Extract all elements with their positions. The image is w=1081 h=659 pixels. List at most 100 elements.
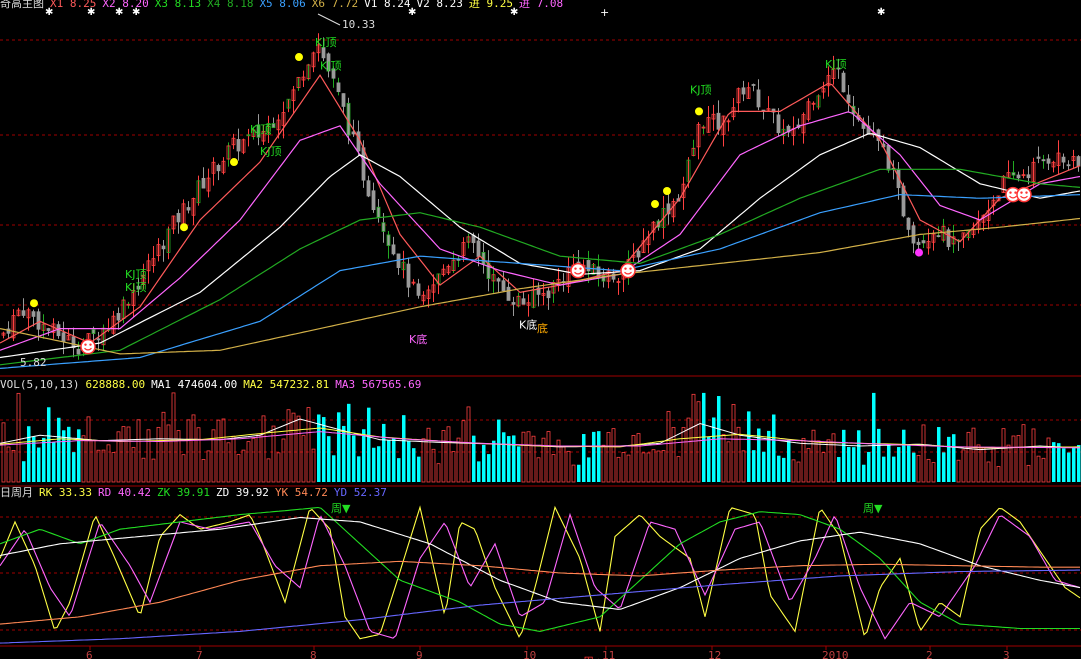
signal-label: KJ顶 xyxy=(690,83,711,96)
volume-bar xyxy=(1062,448,1066,482)
candle-body xyxy=(506,286,511,301)
indicator-value: 进 7.08 xyxy=(519,0,564,10)
signal-dot xyxy=(915,248,923,257)
volume-bar xyxy=(507,436,511,482)
volume-bar xyxy=(892,456,896,482)
indicator-value: 628888.00 xyxy=(85,378,146,391)
candle-body xyxy=(216,165,221,172)
signal-label: KJ顶 xyxy=(825,58,846,71)
smiley-eye xyxy=(1025,191,1028,194)
indicator-value: V1 8.24 xyxy=(364,0,411,10)
volume-bar xyxy=(487,454,491,482)
volume-bar xyxy=(392,437,396,482)
smiley-eye xyxy=(89,343,92,346)
candle-body xyxy=(716,112,721,130)
volume-bar xyxy=(912,452,916,482)
smiley-face xyxy=(80,338,96,355)
smiley-face xyxy=(570,262,586,279)
volume-bar xyxy=(402,415,406,482)
volume-bar xyxy=(947,436,951,482)
candle-body xyxy=(586,260,591,272)
x-tick-label: 12 xyxy=(708,649,721,659)
oscillator-indicator-header: 日周月 RK 33.33 RD 40.42 ZK 39.91 ZD 39.92 YK 54… xyxy=(0,486,393,500)
indicator-value: RD 40.42 xyxy=(97,486,151,499)
stock-chart: 10.335.82KJ顶KJ顶KJ顶KJ顶KJ顶KJ顶KJ顶KJ顶K底K底底 周… xyxy=(0,0,1081,659)
volume-bar xyxy=(22,461,26,482)
smiley-face xyxy=(1016,186,1032,203)
volume-bar xyxy=(502,432,506,482)
candle-body xyxy=(366,180,371,197)
signal-label: K底 xyxy=(519,318,537,332)
volume-bar xyxy=(387,439,391,482)
volume-bar xyxy=(67,426,71,482)
indicator-value: 日周月 xyxy=(0,486,33,499)
indicator-value: ZK 39.91 xyxy=(156,486,210,499)
candle-body xyxy=(1076,156,1081,167)
volume-bar xyxy=(27,426,31,482)
candle-body xyxy=(71,336,76,349)
volume-bar xyxy=(782,457,786,482)
volume-bar xyxy=(1067,452,1071,482)
signal-label: K底 xyxy=(409,332,427,346)
candle-body xyxy=(61,332,66,342)
indicator-value: X5 8.06 xyxy=(259,0,306,10)
volume-bar xyxy=(37,447,41,482)
candle-body xyxy=(371,190,376,211)
volume-bar xyxy=(942,452,946,482)
volume-bar xyxy=(897,447,901,482)
volume-bar xyxy=(852,447,856,482)
signal-label: KJ顶 xyxy=(315,36,336,49)
volume-bar xyxy=(937,427,941,482)
volume-bar xyxy=(72,452,76,482)
candle-body xyxy=(636,250,641,258)
volume-bar xyxy=(777,455,781,482)
candle-body xyxy=(76,348,81,355)
candle-body xyxy=(1066,164,1071,167)
smiley-icon xyxy=(620,262,636,279)
indicator-value: X2 8.20 xyxy=(102,0,149,10)
volume-bar xyxy=(1057,443,1061,482)
candle-body xyxy=(176,212,181,223)
smiley-icon xyxy=(570,262,586,279)
x-tick-label: 2010 xyxy=(822,649,849,659)
volume-bar xyxy=(887,444,891,482)
indicator-value: 奇高主图 xyxy=(0,0,44,10)
candle-body xyxy=(741,87,746,95)
volume-bar xyxy=(582,434,586,482)
volume-bar xyxy=(517,446,521,482)
x-tick-label: 2 xyxy=(926,649,933,659)
signal-label: KJ顶 xyxy=(320,59,341,72)
candle-body xyxy=(1016,174,1021,179)
volume-bar xyxy=(872,392,876,482)
volume-bar xyxy=(847,446,851,482)
volume-bar xyxy=(42,437,46,482)
volume-bar xyxy=(382,423,386,482)
smiley-eye xyxy=(629,267,632,270)
x-tick-label: 10 xyxy=(523,649,536,659)
candle-body xyxy=(1061,156,1066,163)
volume-bar xyxy=(492,440,496,482)
volume-bar xyxy=(877,428,881,482)
candle-body xyxy=(756,89,761,108)
smiley-eye xyxy=(84,343,87,346)
volume-bar xyxy=(497,419,501,482)
volume-bar xyxy=(752,450,756,482)
candle-body xyxy=(31,311,36,317)
candle-body xyxy=(36,311,41,330)
volume-bar xyxy=(952,434,956,482)
candle-body xyxy=(96,338,101,341)
volume-bar xyxy=(882,456,886,482)
volume-bar xyxy=(62,430,66,482)
volume-bar xyxy=(477,461,481,482)
indicator-value: 进 9.25 xyxy=(468,0,513,10)
volume-bar xyxy=(362,429,366,482)
candle-body xyxy=(916,241,921,245)
indicator-value: V2 8.23 xyxy=(416,0,463,10)
candle-body xyxy=(921,240,926,244)
signal-dot xyxy=(180,223,188,232)
candle-body xyxy=(776,114,781,134)
volume-bar xyxy=(762,451,766,482)
smiley-eye xyxy=(624,267,627,270)
candle-body xyxy=(201,177,206,189)
volume-bar xyxy=(337,412,341,482)
